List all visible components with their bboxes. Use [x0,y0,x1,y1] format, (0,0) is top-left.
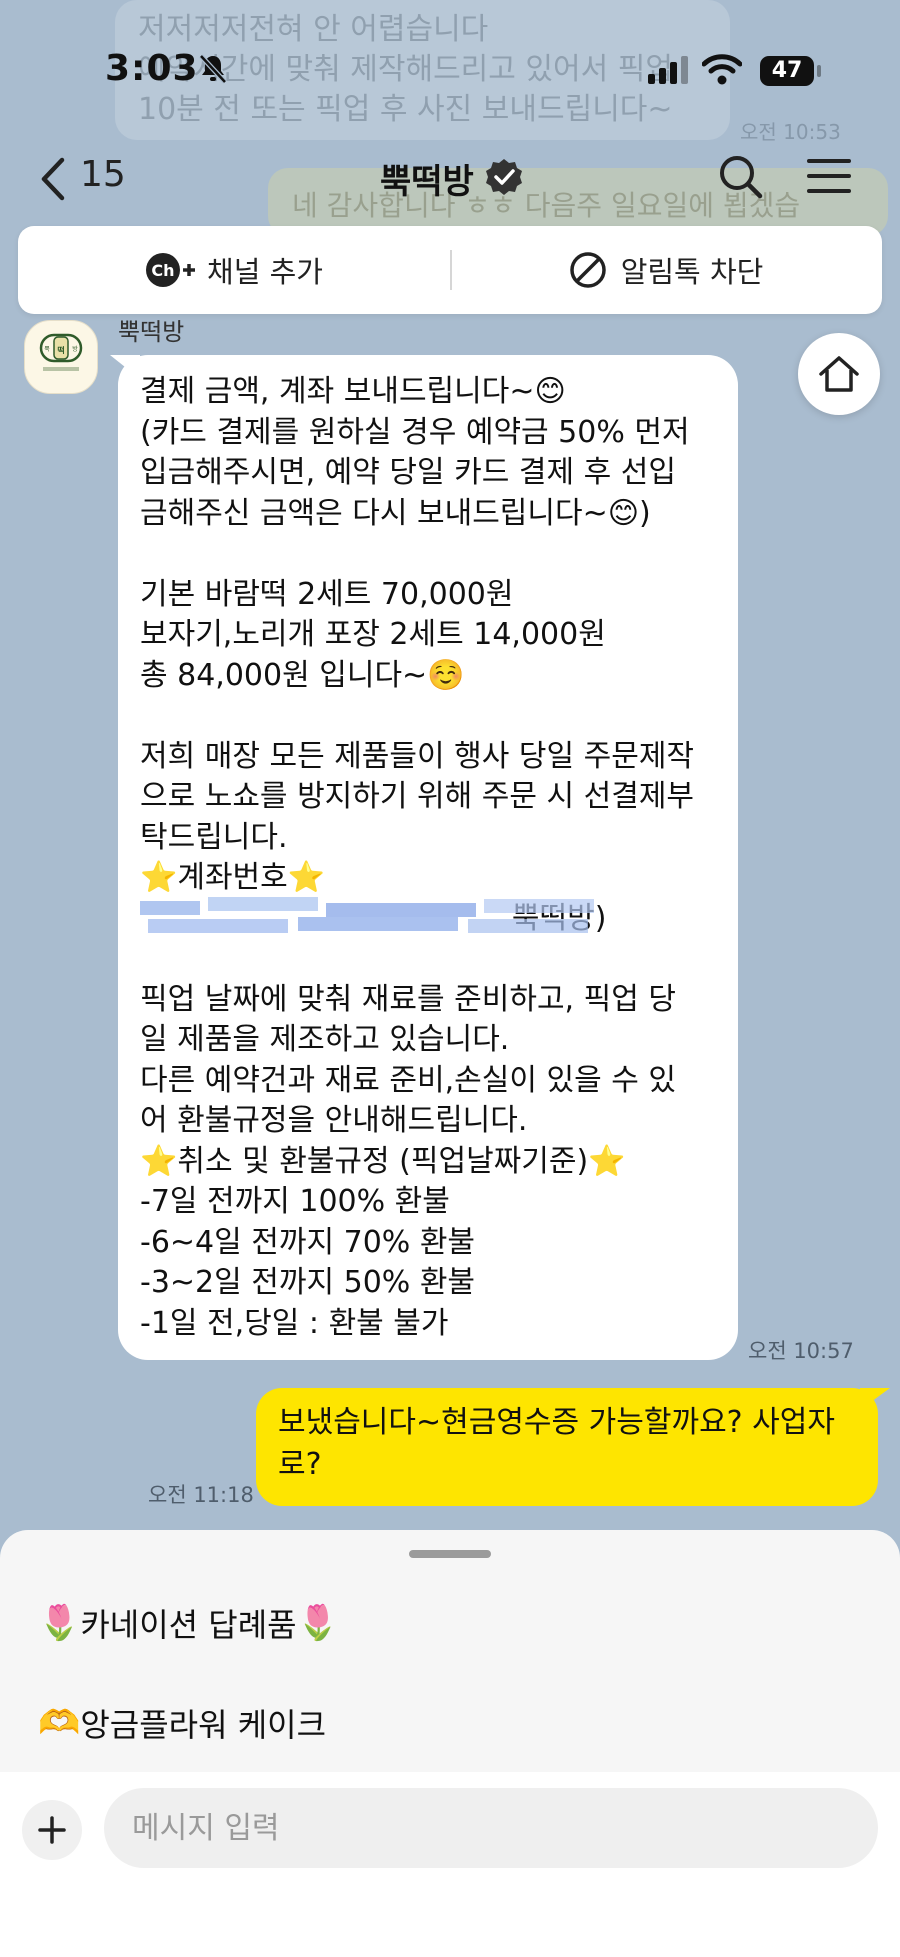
outgoing-message-text: 보냈습니다~현금영수증 가능할까요? 사업자 로? [278,1405,835,1482]
status-bar: 3:03 47 [0,0,900,140]
verified-badge-icon [486,159,522,195]
add-channel-button[interactable]: Ch 채널 추가 [18,226,450,314]
menu-icon[interactable] [806,156,852,196]
quick-reply-label: 앙금플라워 케이크 [80,1706,327,1744]
plus-icon [38,1816,66,1844]
add-channel-label: 채널 추가 [207,255,323,289]
quick-reply-label: 카네이션 답례품 [80,1606,297,1644]
back-chevron-icon[interactable] [34,154,74,204]
chat-title: 뿍떡방 [380,162,474,202]
quick-reply-flower-cake[interactable]: 🫶 앙금플라워 케이크 [38,1700,326,1746]
home-button[interactable] [798,333,880,415]
quick-reply-carnation[interactable]: 🌷 카네이션 답례품 🌷 [38,1600,339,1646]
channel-add-icon: Ch [146,253,196,287]
home-icon [819,356,859,392]
avatar[interactable]: 떡 뿍 방 [24,320,98,394]
message-input[interactable] [104,1788,878,1868]
message-time: 오전 10:57 [748,1339,854,1363]
tulip-icon: 🌷 [296,1603,339,1643]
shop-logo-icon: 떡 뿍 방 [39,333,83,371]
chat-header: 15 뿍떡방 [0,140,900,220]
svg-text:Ch: Ch [151,261,174,280]
bell-muted-icon [199,54,227,84]
status-time: 3:03 [105,48,199,89]
block-notification-label: 알림톡 차단 [620,255,764,289]
wifi-icon [702,54,742,85]
block-icon [569,252,606,288]
tulip-icon: 🌷 [38,1603,81,1643]
block-notification-button[interactable]: 알림톡 차단 [450,226,882,314]
redacted-account-number [118,895,598,937]
sender-name: 뿍떡방 [118,318,185,346]
message-time: 오전 11:18 [148,1483,254,1507]
svg-text:뿍: 뿍 [44,346,50,353]
svg-text:방: 방 [72,345,78,353]
cellular-signal-icon [648,56,692,84]
sheet-drag-handle[interactable] [409,1550,491,1558]
unread-count[interactable]: 15 [80,154,126,195]
incoming-message-text: 결제 금액, 계좌 보내드립니다~😊 (카드 결제를 원하실 경우 예약금 50… [140,374,695,1341]
heart-hands-icon: 🫶 [38,1703,81,1743]
battery-indicator: 47 [760,56,814,86]
search-icon[interactable] [716,152,764,200]
battery-cap [817,65,821,77]
attach-button[interactable] [22,1800,82,1860]
channel-action-bar: Ch 채널 추가 알림톡 차단 [18,226,882,314]
svg-text:떡: 떡 [57,345,64,355]
